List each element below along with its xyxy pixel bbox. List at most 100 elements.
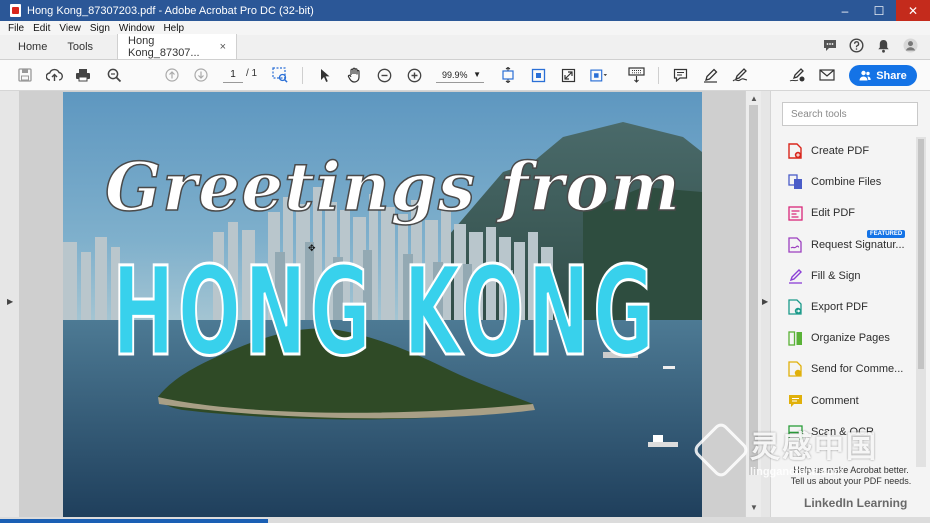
- tools-scrollbar[interactable]: [916, 137, 926, 467]
- tool-label: Combine Files: [811, 176, 882, 188]
- scroll-up-arrow-icon[interactable]: ▲: [750, 94, 758, 103]
- zoom-level-select[interactable]: 99.9% ▼: [436, 67, 484, 83]
- tool-send-for-comment[interactable]: Send for Comme...: [787, 358, 903, 380]
- tab-tools[interactable]: Tools: [57, 34, 103, 59]
- keyboard-icon[interactable]: [627, 66, 645, 84]
- account-avatar-icon[interactable]: [903, 38, 918, 53]
- menu-view[interactable]: View: [59, 23, 81, 34]
- page-display-icon[interactable]: [590, 66, 608, 84]
- pdf-page: Greetings from HONG KONG: [63, 92, 702, 517]
- search-tools-input[interactable]: Search tools: [782, 102, 918, 126]
- scroll-down-arrow-icon[interactable]: ▼: [750, 503, 758, 512]
- acrobat-app-icon: [10, 4, 21, 17]
- hand-tool-icon[interactable]: [345, 66, 363, 84]
- help-icon[interactable]: [849, 38, 864, 53]
- notifications-bell-icon[interactable]: [876, 38, 891, 53]
- zoom-out-icon[interactable]: [375, 66, 393, 84]
- hong-kong-photo: Greetings from HONG KONG: [63, 92, 702, 517]
- sign-pen-icon[interactable]: [731, 66, 749, 84]
- tool-label: Create PDF: [811, 145, 870, 157]
- tools-scrollbar-thumb[interactable]: [918, 139, 924, 369]
- tool-label: Request Signatur...: [811, 239, 905, 251]
- scrolling-mode-icon[interactable]: [499, 66, 517, 84]
- zoom-search-icon[interactable]: [105, 66, 123, 84]
- select-area-icon[interactable]: [271, 66, 289, 84]
- tool-comment[interactable]: Comment: [787, 390, 859, 412]
- mouse-cursor-icon: ✥: [308, 243, 316, 253]
- organize-pages-icon: [787, 330, 803, 346]
- tab-document-label: Hong Kong_87307...: [128, 34, 200, 59]
- tab-document[interactable]: Hong Kong_87307... ×: [117, 34, 238, 59]
- menu-window[interactable]: Window: [119, 23, 155, 34]
- select-cursor-icon[interactable]: [316, 66, 334, 84]
- toolbar-divider: [302, 67, 303, 84]
- comment-icon: [787, 393, 803, 409]
- next-page-icon[interactable]: [192, 66, 210, 84]
- watermark-subtext: lingganchina.com: [750, 466, 844, 478]
- left-panel-toggle[interactable]: ▶: [0, 91, 20, 517]
- print-icon[interactable]: [74, 66, 92, 84]
- tool-edit-pdf[interactable]: Edit PDF: [787, 202, 855, 224]
- main-toolbar: 1 / 1 99.9% ▼ Share: [0, 60, 930, 91]
- page-total: / 1: [246, 68, 258, 79]
- create-pdf-icon: [787, 143, 803, 159]
- minimize-button[interactable]: –: [828, 0, 862, 21]
- tool-label: Export PDF: [811, 301, 868, 313]
- hong-kong-text: HONG KONG: [113, 241, 658, 383]
- expand-left-panel-icon[interactable]: ▶: [7, 297, 13, 306]
- tool-create-pdf[interactable]: Create PDF: [787, 140, 869, 162]
- close-button[interactable]: ✕: [896, 0, 930, 21]
- maximize-button[interactable]: ☐: [862, 0, 896, 21]
- tool-request-signature[interactable]: Request Signatur...: [787, 234, 905, 256]
- tool-organize-pages[interactable]: Organize Pages: [787, 327, 890, 349]
- send-sign-icon[interactable]: [788, 66, 806, 84]
- menu-edit[interactable]: Edit: [33, 23, 50, 34]
- upload-cloud-icon[interactable]: [45, 66, 63, 84]
- highlight-pen-icon[interactable]: [701, 66, 719, 84]
- window-title: Hong Kong_87307203.pdf - Adobe Acrobat P…: [27, 4, 314, 17]
- menu-bar: File Edit View Sign Window Help: [0, 21, 930, 35]
- tool-export-pdf[interactable]: Export PDF: [787, 296, 868, 318]
- chevron-down-icon: ▼: [473, 70, 481, 79]
- messages-icon[interactable]: [822, 38, 837, 53]
- email-icon[interactable]: [818, 66, 836, 84]
- menu-file[interactable]: File: [8, 23, 24, 34]
- tool-label: Send for Comme...: [811, 363, 904, 375]
- menu-sign[interactable]: Sign: [90, 23, 110, 34]
- zoom-in-icon[interactable]: [405, 66, 423, 84]
- tool-label: Fill & Sign: [811, 270, 861, 282]
- fit-page-icon[interactable]: [529, 66, 547, 84]
- title-bar: Hong Kong_87307203.pdf - Adobe Acrobat P…: [0, 0, 930, 21]
- save-icon[interactable]: [16, 66, 34, 84]
- share-people-icon: [859, 70, 871, 81]
- tool-label: Comment: [811, 395, 859, 407]
- tool-combine-files[interactable]: Combine Files: [787, 171, 881, 193]
- tool-fill-sign[interactable]: Fill & Sign: [787, 265, 861, 287]
- collapse-right-panel-icon[interactable]: ▶: [762, 297, 768, 306]
- zoom-level-value: 99.9%: [442, 70, 468, 80]
- tab-home[interactable]: Home: [0, 34, 57, 59]
- greetings-from-text: Greetings from: [105, 148, 681, 226]
- video-progress-bar: [0, 517, 930, 523]
- watermark-logo-icon: [691, 420, 751, 480]
- menu-help[interactable]: Help: [163, 23, 184, 34]
- previous-page-icon[interactable]: [163, 66, 181, 84]
- combine-files-icon: [787, 174, 803, 190]
- request-signature-icon: [787, 237, 803, 253]
- watermark-text: 灵感中国: [750, 431, 878, 464]
- toolbar-divider: [658, 67, 659, 84]
- fill-sign-icon: [787, 268, 803, 284]
- share-button[interactable]: Share: [849, 65, 917, 86]
- full-screen-icon[interactable]: [559, 66, 577, 84]
- tool-label: Organize Pages: [811, 332, 890, 344]
- document-viewport[interactable]: ▶ Greetings from HONG KONG ✥ ▲ ▼: [0, 91, 761, 517]
- tab-bar: Home Tools Hong Kong_87307... ×: [0, 34, 930, 60]
- send-for-comment-icon: [787, 361, 803, 377]
- page-number-input[interactable]: 1: [223, 67, 243, 83]
- site-watermark: 灵感中国 lingganchina.com: [691, 420, 920, 480]
- tool-label: Edit PDF: [811, 207, 856, 219]
- add-comment-icon[interactable]: [671, 66, 689, 84]
- video-progress-fill: [0, 519, 268, 523]
- tab-close-icon[interactable]: ×: [220, 41, 226, 53]
- edit-pdf-icon: [787, 205, 803, 221]
